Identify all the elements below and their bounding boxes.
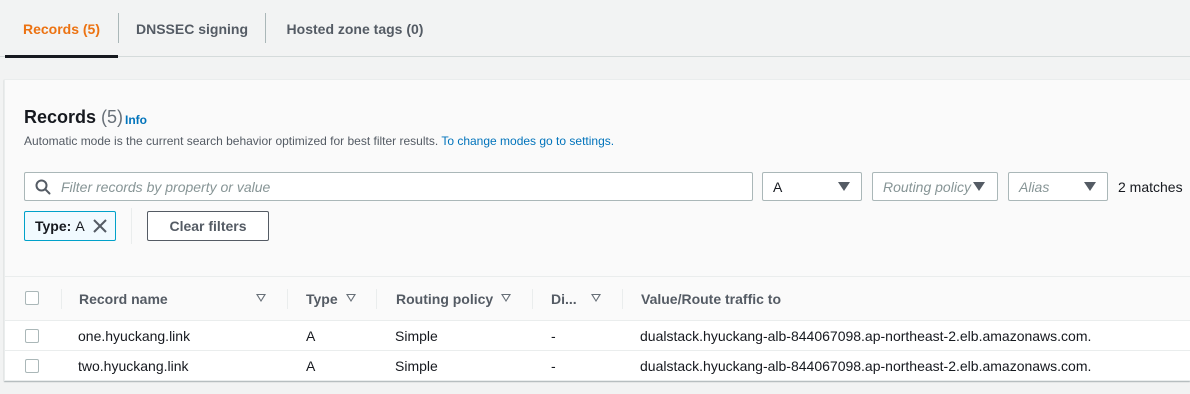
select-all-checkbox[interactable] — [25, 291, 39, 305]
record-name: two.hyuckang.link — [78, 358, 189, 374]
matches-count: 2 matches — [1118, 179, 1183, 195]
column-separator — [61, 289, 62, 309]
column-separator — [622, 289, 623, 309]
table-row[interactable]: two.hyuckang.link A Simple - dualstack.h… — [5, 351, 1190, 381]
caret-down-icon — [838, 182, 850, 191]
column-header-di[interactable]: Di... — [551, 277, 577, 321]
column-header-value[interactable]: Value/Route traffic to — [641, 277, 781, 321]
record-routing: Simple — [395, 358, 438, 374]
caret-down-icon — [1084, 182, 1096, 191]
column-separator — [532, 289, 533, 309]
search-field[interactable] — [24, 172, 753, 201]
column-header-routing-policy[interactable]: Routing policy — [396, 277, 493, 321]
clear-filters-button[interactable]: Clear filters — [147, 211, 269, 241]
record-value: dualstack.hyuckang-alb-844067098.ap-nort… — [640, 328, 1092, 344]
record-di: - — [551, 358, 556, 374]
column-header-type[interactable]: Type — [306, 277, 338, 321]
search-icon — [35, 179, 51, 195]
type-select[interactable]: A — [762, 172, 862, 201]
record-name: one.hyuckang.link — [78, 328, 191, 344]
sort-icon[interactable] — [501, 294, 511, 302]
alias-select[interactable]: Alias — [1008, 172, 1108, 201]
row-checkbox[interactable] — [25, 359, 39, 373]
column-header-record-name[interactable]: Record name — [79, 277, 168, 321]
token-value: A — [75, 218, 85, 234]
token-key: Type: — [35, 218, 72, 234]
type-select-value: A — [773, 178, 783, 195]
tab-records[interactable]: Records (5) — [5, 0, 118, 58]
routing-policy-placeholder: Routing policy — [883, 178, 971, 195]
column-separator — [376, 289, 377, 309]
record-di: - — [551, 328, 556, 344]
page-title: Records (5) — [24, 107, 123, 128]
records-header: Records (5) Info Automatic mode is the c… — [5, 80, 1190, 277]
title-count: (5) — [101, 107, 124, 127]
title-text: Records — [24, 107, 97, 127]
routing-policy-select[interactable]: Routing policy — [872, 172, 998, 201]
record-type: A — [306, 328, 316, 344]
record-value: dualstack.hyuckang-alb-844067098.ap-nort… — [640, 358, 1092, 374]
sort-icon[interactable] — [256, 294, 266, 302]
column-separator — [287, 289, 288, 309]
sort-icon[interactable] — [346, 294, 356, 302]
description-text: Automatic mode is the current search beh… — [24, 134, 439, 148]
table-row[interactable]: one.hyuckang.link A Simple - dualstack.h… — [5, 321, 1190, 351]
tab-dnssec-signing[interactable]: DNSSEC signing — [119, 0, 265, 57]
record-routing: Simple — [395, 328, 438, 344]
close-icon[interactable] — [93, 219, 107, 233]
sort-icon[interactable] — [591, 294, 601, 302]
caret-down-icon — [973, 182, 985, 191]
settings-link[interactable]: To change modes go to settings. — [441, 134, 614, 148]
description: Automatic mode is the current search beh… — [24, 134, 614, 148]
tab-hosted-zone-tags[interactable]: Hosted zone tags (0) — [266, 0, 444, 57]
record-type: A — [306, 358, 316, 374]
divider — [131, 208, 132, 244]
alias-placeholder: Alias — [1019, 178, 1050, 195]
table-header: Record name Type Routing policy Di... Va… — [5, 277, 1190, 321]
search-input[interactable] — [59, 175, 739, 198]
records-table: Record name Type Routing policy Di... Va… — [5, 277, 1190, 381]
info-link[interactable]: Info — [125, 113, 147, 127]
row-checkbox[interactable] — [25, 329, 39, 343]
records-panel: Records (5) Info Automatic mode is the c… — [4, 79, 1190, 381]
tab-bar: Records (5) DNSSEC signing Hosted zone t… — [0, 0, 1190, 58]
filter-token-type: Type: A — [24, 211, 116, 241]
